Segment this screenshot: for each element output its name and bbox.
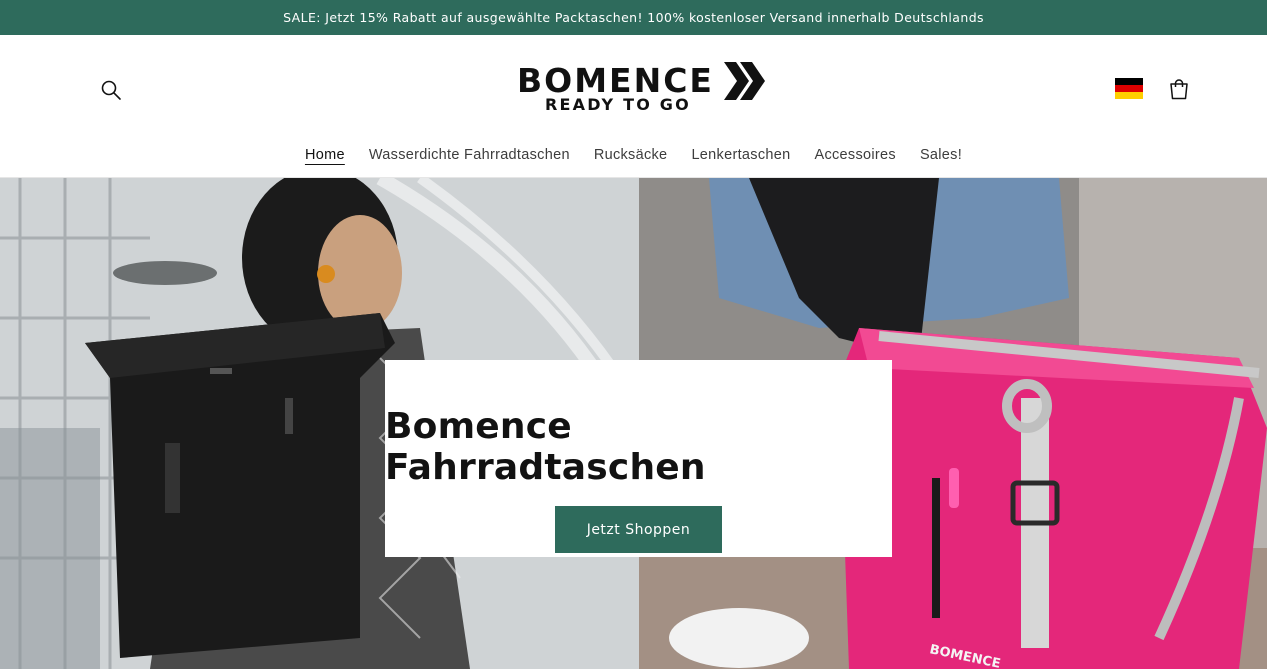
- site-header: BOMENCE READY TO GO Home Wasserdichte Fa…: [0, 35, 1267, 178]
- language-flag-germany[interactable]: [1115, 78, 1143, 99]
- cart-button[interactable]: [1164, 75, 1194, 105]
- hero-banner: BOMENCE Bomence Fahrradtaschen Jetzt Sho…: [0, 178, 1267, 669]
- cart-icon: [1170, 79, 1188, 100]
- announcement-text: SALE: Jetzt 15% Rabatt auf ausgewählte P…: [283, 10, 984, 25]
- main-navigation: Home Wasserdichte Fahrradtaschen Rucksäc…: [0, 143, 1267, 167]
- nav-item-wasserdichte-fahrradtaschen[interactable]: Wasserdichte Fahrradtaschen: [357, 143, 582, 167]
- shop-now-button[interactable]: Jetzt Shoppen: [555, 506, 722, 553]
- nav-item-sales[interactable]: Sales!: [908, 143, 974, 167]
- nav-item-rucksaecke[interactable]: Rucksäcke: [582, 143, 680, 167]
- search-icon: [101, 80, 121, 100]
- logo-chevron-icon: [724, 62, 765, 100]
- nav-item-lenkertaschen[interactable]: Lenkertaschen: [679, 143, 802, 167]
- hero-title: Bomence Fahrradtaschen: [385, 406, 706, 488]
- announcement-bar: SALE: Jetzt 15% Rabatt auf ausgewählte P…: [0, 0, 1267, 35]
- logo-tagline: READY TO GO: [545, 95, 691, 114]
- brand-logo[interactable]: BOMENCE READY TO GO: [517, 61, 767, 117]
- nav-item-accessoires[interactable]: Accessoires: [802, 143, 907, 167]
- nav-item-home[interactable]: Home: [293, 143, 357, 167]
- search-button[interactable]: [96, 75, 126, 105]
- hero-content-box: Bomence Fahrradtaschen Jetzt Shoppen: [385, 360, 892, 557]
